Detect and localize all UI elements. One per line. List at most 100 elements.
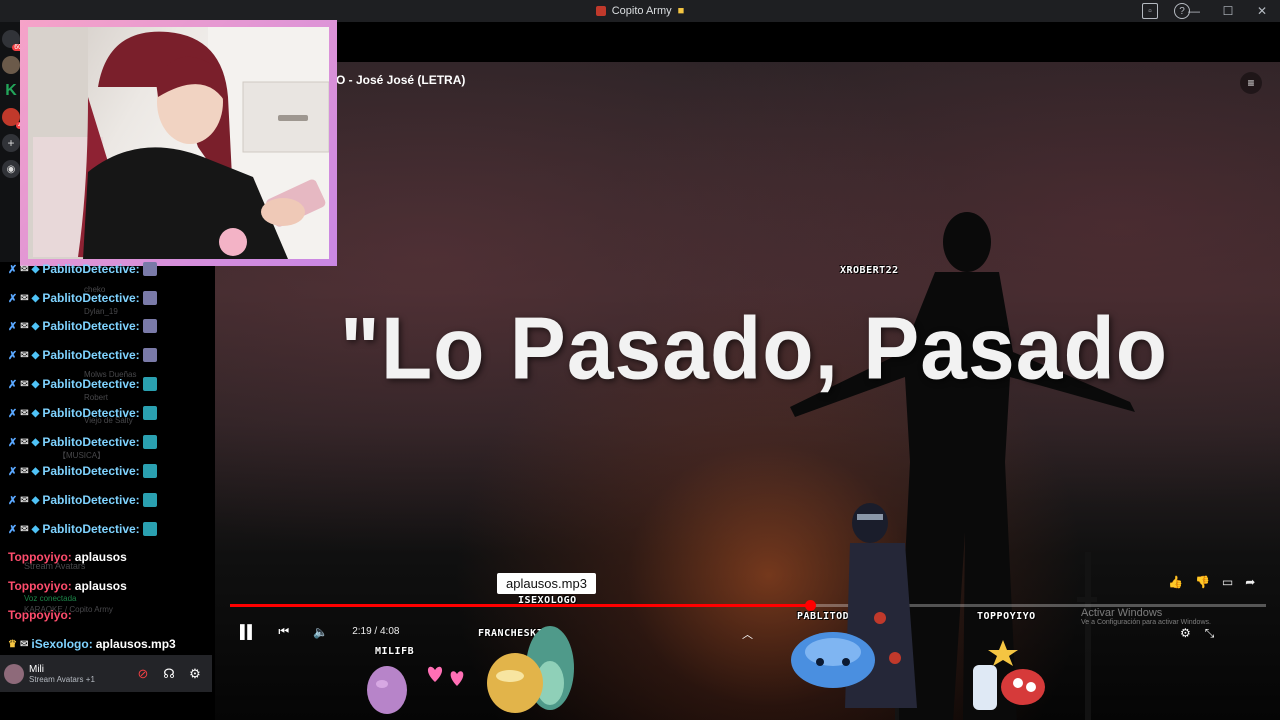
pin-icon: ✗ [8,320,18,333]
skip-previous-icon[interactable]: ⏮ [278,624,289,639]
video-title[interactable]: O - José José (LETRA) [336,73,465,87]
chat-username: iSexologo: [31,637,93,651]
chat-username: Toppoyiyo: [8,550,72,564]
server-icon-red[interactable]: 4 [2,108,24,129]
server-icon-home[interactable]: 60 [2,30,24,51]
heart-icons [427,666,464,686]
envelope-icon: ✉ [19,638,29,650]
chat-message: ✗ ✉ ◆ PablitoDetective: [8,464,157,478]
chat-message: ✗ ✉ ◆ PablitoDetective: [8,435,157,449]
avatar[interactable] [4,663,24,684]
chat-message: ✗ ✉ ◆ PablitoDetective: [8,348,157,362]
player-controls: ▌▌ ⏮ 🔈 2:19 / 4:08 [240,624,399,639]
chat-message: ✗ ✉ ◆ PablitoDetective: [8,522,157,536]
gem-icon: ◆ [31,436,40,448]
video-actions: 👍 👎 ▭ ➦ [1168,575,1255,589]
avatar-sprite-toppoyiyo [973,640,1045,710]
avatar-label: XROBERT22 [840,265,899,276]
streamer-figure [28,27,329,259]
like-icon[interactable]: 👍 [1168,575,1183,589]
gem-icon: ◆ [31,378,40,390]
sound-tooltip: aplausos.mp3 [497,573,596,594]
chat-username: PablitoDetective: [42,406,140,420]
gem-icon: ◆ [31,465,40,477]
envelope-icon: ✉ [20,349,29,361]
mute-mic-icon[interactable]: ⊘ [136,666,150,682]
chat-text: aplausos [74,579,127,593]
pin-icon: ✗ [8,349,18,362]
envelope-icon: ✉ [20,494,29,506]
watermark-subtitle: Ve a Configuración para activar Windows. [1081,619,1211,626]
pin-icon: ✗ [8,378,18,391]
webcam-feed [28,27,329,259]
lyric-text: "Lo Pasado, Pasado [340,298,1169,398]
faint-member: Dylan_19 [84,307,118,316]
chat-username: PablitoDetective: [42,262,140,276]
add-server-icon[interactable]: + [2,134,20,152]
pin-icon: ✗ [8,263,18,276]
chat-message: ✗ ✉ ◆ PablitoDetective: [8,377,157,391]
gem-icon: ◆ [31,494,40,506]
chat-overlay: cheko Dylan_19 Molws Dueñas Robert Viejo… [0,258,215,658]
exit-fullscreen-icon[interactable]: ⤡ [1205,626,1215,641]
pause-icon[interactable]: ▌▌ [240,624,256,639]
gem-icon: ◆ [31,523,40,535]
cat-emoji-icon: ■ [677,5,685,17]
chat-username: PablitoDetective: [42,348,140,362]
emote-icon [142,435,157,449]
chat-username: PablitoDetective: [42,319,140,333]
window-titlebar: Copito Army ■ ▫ ? — ☐ ✕ [0,0,1280,22]
gem-icon: ◆ [31,407,40,419]
chat-text: aplausos [74,550,127,564]
server-rail: 60 K 4 + ◉ [0,22,24,262]
emote-icon [142,319,157,333]
emote-icon [142,464,157,478]
faint-member: Voz conectada [24,594,77,603]
avatar-sprite-pink-blob [367,666,407,714]
window-title: Copito Army ■ [595,5,685,17]
maximize-button[interactable]: ☐ [1220,4,1236,18]
avatar-sprite-psyduck [487,626,574,713]
gem-icon: ◆ [31,292,40,304]
chat-text: aplausos.mp3 [95,637,176,651]
settings-gear-icon[interactable]: ⚙ [188,666,202,682]
pin-icon: ✗ [8,523,18,536]
chat-username: Toppoyiyo: [8,579,72,593]
minimize-button[interactable]: — [1186,4,1202,18]
chat-message: ✗ ✉ ◆ PablitoDetective: [8,262,157,276]
share-icon[interactable]: ➦ [1245,575,1255,589]
activate-windows-watermark: Activar Windows Ve a Configuración para … [1081,607,1211,626]
webcam-overlay [20,20,337,266]
chat-username: PablitoDetective: [42,493,140,507]
chat-message: ✗ ✉ ◆ PablitoDetective: [8,493,157,507]
gem-icon: ◆ [31,320,40,332]
server-icon-kick[interactable]: K [2,82,20,100]
avatar-label: MILIFB [375,646,415,657]
faint-member: 【MUSICA】 [58,451,106,460]
comment-icon[interactable]: ▭ [1222,575,1233,589]
emote-icon [142,262,157,276]
gem-icon: ◆ [31,263,40,275]
server-icon-avatar[interactable] [2,56,20,74]
pin-icon: ✗ [8,494,18,507]
gem-icon: ◆ [31,349,40,361]
settings-gear-icon[interactable]: ⚙ [1180,626,1191,641]
chat-message: Toppoyiyo: aplausos [8,550,127,564]
playlist-icon[interactable]: ≡ [1240,72,1262,94]
headphones-icon[interactable]: ☊ [162,666,176,682]
screen-share-icon[interactable]: ▫ [1142,3,1158,19]
volume-icon[interactable]: 🔈 [313,625,328,639]
envelope-icon: ✉ [20,320,29,332]
avatar-label: TOPPOYIYO [977,611,1036,622]
dislike-icon[interactable]: 👎 [1195,575,1210,589]
app-icon [595,6,606,16]
envelope-icon: ✉ [20,465,29,477]
envelope-icon: ✉ [20,263,29,275]
envelope-icon: ✉ [20,523,29,535]
watermark-title: Activar Windows [1081,607,1163,619]
close-button[interactable]: ✕ [1254,4,1270,18]
chat-message: Toppoyiyo: aplausos [8,579,127,593]
explore-icon[interactable]: ◉ [2,160,20,178]
chevron-up-icon[interactable]: ︿ [742,626,753,642]
pin-icon: ✗ [8,465,18,478]
